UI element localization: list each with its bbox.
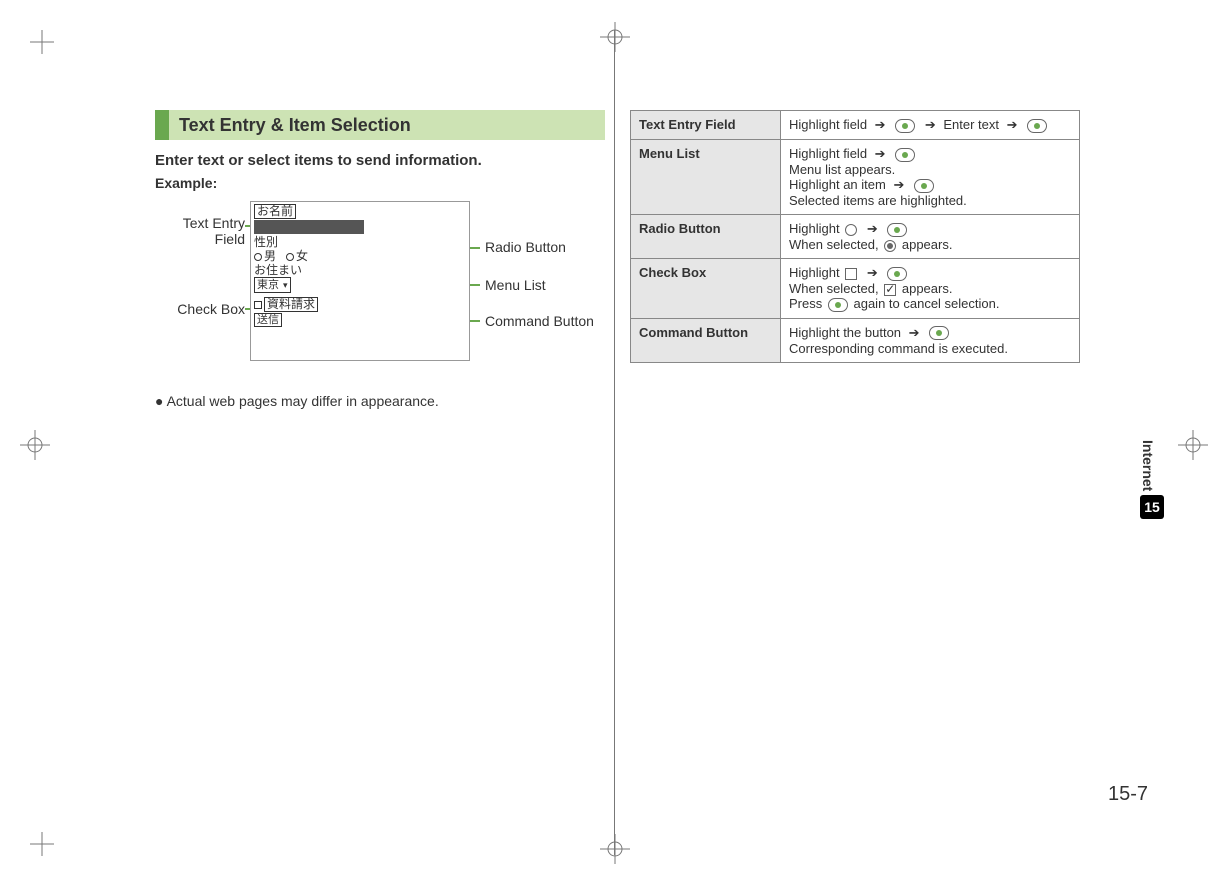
phone-screen-mock: お名前 性別 男 女 お住まい 東京 資料請求 送信 [250,201,470,361]
radio-off-icon [845,224,857,236]
checkbox-on-icon [884,284,896,296]
address-dropdown: 東京 [254,277,291,293]
chapter-label: Internet [1140,440,1156,491]
chapter-tab: Internet 15 [1140,440,1166,519]
arrow-icon: ➔ [875,146,886,162]
form-request-label: 資料請求 [264,297,318,312]
chapter-number: 15 [1140,495,1164,519]
heading-accent [155,110,169,140]
row-desc: Highlight ➔ When selected, appears. [781,215,1080,259]
row-label: Menu List [631,140,781,215]
table-row: Radio Button Highlight ➔ When selected, … [631,215,1080,259]
crop-mark-bottom-center [600,834,630,864]
callout-command-button: Command Button [485,313,594,329]
right-column: Text Entry Field Highlight field ➔ ➔ Ent… [630,110,1080,363]
arrow-icon: ➔ [909,325,920,341]
center-key-icon [887,267,907,281]
center-key-icon [828,298,848,312]
radio-icon [286,253,294,261]
form-address-label: お住まい [254,263,466,277]
arrow-icon: ➔ [875,117,886,133]
callout-radio-button: Radio Button [485,239,566,255]
radio-icon [254,253,262,261]
section-heading: Text Entry & Item Selection [155,110,605,140]
form-name-label: お名前 [254,204,296,219]
row-label: Check Box [631,259,781,319]
page-number: 15-7 [1108,783,1148,806]
instruction-table: Text Entry Field Highlight field ➔ ➔ Ent… [630,110,1080,363]
callout-check-box: Check Box [155,301,245,317]
left-column: Text Entry & Item Selection Enter text o… [155,110,605,409]
arrow-icon: ➔ [867,265,878,281]
center-key-icon [1027,119,1047,133]
row-label: Command Button [631,318,781,362]
form-send-button: 送信 [254,313,282,327]
column-divider [614,30,615,855]
center-key-icon [914,179,934,193]
crop-mark-top-center [600,22,630,52]
crop-mark-right-center [1178,430,1208,460]
arrow-icon: ➔ [893,177,904,193]
arrow-icon: ➔ [867,221,878,237]
callout-text-entry-field: Text Entry Field [155,215,245,247]
checkbox-icon [254,301,262,309]
center-key-icon [895,119,915,133]
center-key-icon [895,148,915,162]
example-figure: Text Entry Field Check Box Radio Button … [155,201,605,381]
form-gender-label: 性別 [254,235,466,249]
callout-menu-list: Menu List [485,277,546,293]
note-text: Actual web pages may differ in appearanc… [155,393,605,409]
center-key-icon [887,223,907,237]
section-title: Text Entry & Item Selection [169,110,605,140]
row-label: Text Entry Field [631,111,781,140]
intro-text: Enter text or select items to send infor… [155,152,605,169]
table-row: Text Entry Field Highlight field ➔ ➔ Ent… [631,111,1080,140]
gender-male: 男 [264,249,276,263]
arrow-icon: ➔ [1007,117,1018,133]
table-row: Menu List Highlight field ➔ Menu list ap… [631,140,1080,215]
row-desc: Highlight field ➔ Menu list appears. Hig… [781,140,1080,215]
center-key-icon [929,326,949,340]
checkbox-off-icon [845,268,857,280]
gender-female: 女 [296,249,308,263]
arrow-icon: ➔ [925,117,936,133]
radio-on-icon [884,240,896,252]
table-row: Check Box Highlight ➔ When selected, app… [631,259,1080,319]
crop-mark-left-center [20,430,50,460]
row-label: Radio Button [631,215,781,259]
row-desc: Highlight the button ➔ Corresponding com… [781,318,1080,362]
example-label: Example: [155,175,605,191]
table-row: Command Button Highlight the button ➔ Co… [631,318,1080,362]
crop-mark-bottom-left [30,832,54,856]
row-desc: Highlight field ➔ ➔ Enter text ➔ [781,111,1080,140]
crop-mark-top-left [30,30,54,54]
form-name-field [254,220,364,234]
row-desc: Highlight ➔ When selected, appears. Pres… [781,259,1080,319]
